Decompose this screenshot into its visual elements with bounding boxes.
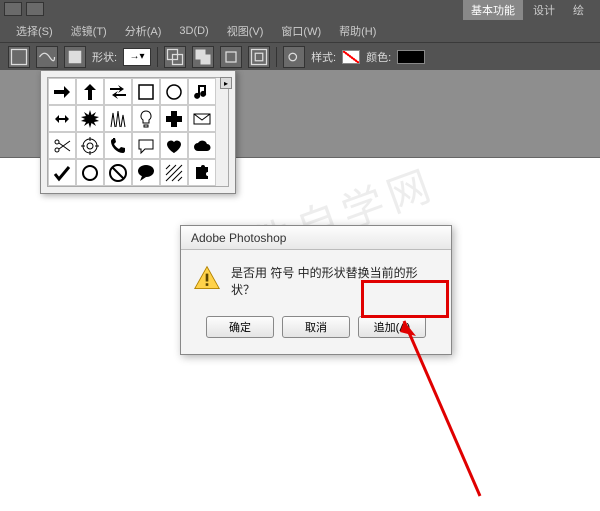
menu-3d[interactable]: 3D(D) — [171, 23, 216, 39]
link-icon[interactable] — [283, 46, 305, 68]
shape-cloud[interactable] — [188, 132, 216, 159]
menubar: 选择(S) 滤镜(T) 分析(A) 3D(D) 视图(V) 窗口(W) 帮助(H… — [0, 20, 600, 42]
shape-hatch[interactable] — [160, 159, 188, 186]
popup-flyout-icon[interactable]: ▸ — [220, 77, 232, 89]
path-op-2[interactable] — [192, 46, 214, 68]
workspace-tabs: 基本功能 设计 绘 — [0, 0, 600, 20]
warning-icon — [193, 264, 221, 292]
window-control-1[interactable] — [4, 2, 22, 16]
style-swatch[interactable] — [342, 50, 360, 64]
tool-mode-3[interactable] — [64, 46, 86, 68]
tab-design[interactable]: 设计 — [525, 0, 563, 20]
path-op-1[interactable] — [164, 46, 186, 68]
menu-analyze[interactable]: 分析(A) — [117, 21, 170, 41]
menu-filter[interactable]: 滤镜(T) — [63, 21, 115, 41]
shape-arrow-up[interactable] — [76, 78, 104, 105]
shape-cross[interactable] — [160, 105, 188, 132]
cancel-button[interactable]: 取消 — [282, 316, 350, 338]
shape-mail[interactable] — [188, 105, 216, 132]
tab-paint[interactable]: 绘 — [565, 0, 592, 20]
shape-arrow-right[interactable] — [48, 78, 76, 105]
menu-select[interactable]: 选择(S) — [8, 21, 61, 41]
shape-note[interactable] — [188, 78, 216, 105]
menu-view[interactable]: 视图(V) — [219, 21, 272, 41]
shape-heart[interactable] — [160, 132, 188, 159]
shape-circle-outline[interactable] — [76, 159, 104, 186]
shape-chat[interactable] — [132, 132, 160, 159]
shape-target[interactable] — [76, 132, 104, 159]
tab-basic[interactable]: 基本功能 — [463, 0, 523, 20]
menu-window[interactable]: 窗口(W) — [273, 21, 329, 41]
shape-square[interactable] — [132, 78, 160, 105]
shape-circle[interactable] — [160, 78, 188, 105]
shape-burst[interactable] — [76, 105, 104, 132]
confirm-dialog: Adobe Photoshop 是否用 符号 中的形状替换当前的形状？ 确定 取… — [180, 225, 452, 355]
append-button[interactable]: 追加(A) — [358, 316, 426, 338]
shape-no-entry[interactable] — [104, 159, 132, 186]
shape-label: 形状: — [92, 49, 117, 65]
dialog-message: 是否用 符号 中的形状替换当前的形状？ — [231, 264, 439, 298]
path-op-4[interactable] — [248, 46, 270, 68]
options-bar: 形状: →▾ 样式: 颜色: — [0, 42, 600, 70]
shape-arrow-swap[interactable] — [104, 78, 132, 105]
shape-scissors[interactable] — [48, 132, 76, 159]
color-label: 颜色: — [366, 49, 391, 65]
shape-puzzle[interactable] — [188, 159, 216, 186]
tool-mode-2[interactable] — [36, 46, 58, 68]
shape-bulb[interactable] — [132, 105, 160, 132]
ok-button[interactable]: 确定 — [206, 316, 274, 338]
dialog-title: Adobe Photoshop — [181, 226, 451, 250]
tool-mode-1[interactable] — [8, 46, 30, 68]
shape-phone[interactable] — [104, 132, 132, 159]
shape-grass[interactable] — [104, 105, 132, 132]
shape-picker-popup: ▸ — [40, 70, 236, 194]
color-swatch[interactable] — [397, 50, 425, 64]
shape-arrow-expand[interactable] — [48, 105, 76, 132]
shape-check[interactable] — [48, 159, 76, 186]
shape-dropdown[interactable]: →▾ — [123, 48, 151, 66]
menu-help[interactable]: 帮助(H) — [331, 21, 384, 41]
window-control-2[interactable] — [26, 2, 44, 16]
path-op-3[interactable] — [220, 46, 242, 68]
shape-grid — [47, 77, 229, 187]
shape-speech[interactable] — [132, 159, 160, 186]
style-label: 样式: — [311, 49, 336, 65]
